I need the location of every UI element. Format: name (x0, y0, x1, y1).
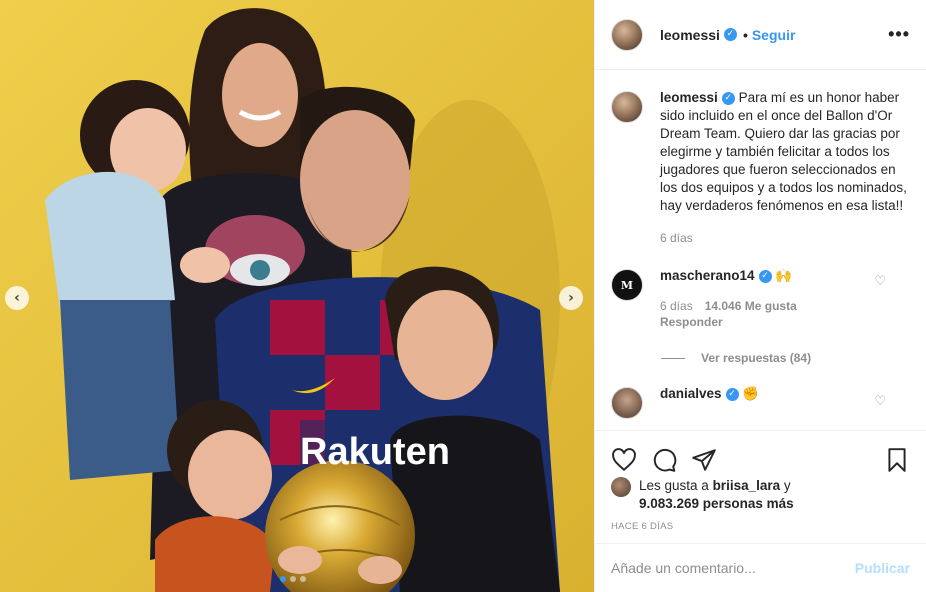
post-caption: leomessi ✓ Para mí es un honor haber sido… (611, 89, 910, 245)
liker-avatar[interactable] (611, 477, 631, 497)
next-photo-button[interactable]: › (559, 286, 583, 310)
commenter-username[interactable]: mascherano14 (660, 268, 755, 283)
post-side-panel: leomessi ✓ • Seguir ••• leomessi ✓ Para m… (594, 0, 926, 592)
view-replies-button[interactable]: Ver respuestas (84) (661, 351, 910, 365)
like-heart-icon[interactable] (611, 447, 637, 473)
view-replies-label: Ver respuestas (84) (701, 351, 812, 365)
likes-prefix: Les gusta a (639, 478, 713, 493)
caption-age[interactable]: 6 días (660, 231, 693, 245)
likes-summary: Les gusta a briisa_lara y 9.083.269 pers… (595, 477, 926, 513)
post-header: leomessi ✓ • Seguir ••• (595, 0, 926, 70)
shirt-sponsor-text: Rakuten (300, 431, 450, 473)
add-comment-bar: Publicar (595, 543, 926, 592)
separator-dot: • (742, 26, 748, 43)
chevron-left-icon: ‹ (14, 290, 20, 306)
carousel-dot (290, 576, 296, 582)
post-photo[interactable]: Rakuten ‹ › (0, 0, 594, 592)
carousel-dot (300, 576, 306, 582)
follow-button[interactable]: Seguir (752, 27, 796, 43)
commenter-username[interactable]: danialves (660, 386, 722, 401)
caption-text: Para mí es un honor haber sido incluido … (660, 90, 907, 213)
author-avatar[interactable] (611, 18, 643, 51)
previous-photo-button[interactable]: ‹ (5, 286, 29, 310)
comment-input[interactable] (611, 560, 855, 576)
comment-item: danialves ✓ ✊ ♡ (611, 385, 910, 419)
liker-username[interactable]: briisa_lara (713, 478, 781, 493)
publish-comment-button[interactable]: Publicar (855, 560, 910, 576)
verified-badge-icon: ✓ (723, 28, 737, 41)
comment-like-count[interactable]: 14.046 Me gusta (705, 299, 797, 313)
carousel-dot (280, 576, 286, 582)
action-bar (595, 431, 926, 479)
author-username[interactable]: leomessi (660, 27, 720, 43)
verified-badge-icon: ✓ (725, 387, 739, 401)
comment-text: ✊ (742, 386, 760, 401)
share-paper-plane-icon[interactable] (691, 447, 717, 473)
author-avatar[interactable] (611, 91, 643, 123)
commenter-avatar[interactable] (611, 387, 643, 419)
caption-username[interactable]: leomessi (660, 90, 718, 105)
more-options-icon[interactable]: ••• (888, 24, 910, 45)
family-photo-illustration: Rakuten (0, 0, 594, 592)
commenter-avatar[interactable]: M (611, 269, 643, 301)
like-comment-heart-icon[interactable]: ♡ (874, 393, 886, 409)
comment-text: 🙌 (775, 268, 793, 283)
verified-badge-icon: ✓ (721, 91, 735, 105)
comments-section[interactable]: leomessi ✓ Para mí es un honor haber sido… (595, 71, 926, 429)
chevron-right-icon: › (568, 290, 574, 306)
comment-item: M mascherano14 ✓ 🙌 6 días 14.046 Me gusta… (611, 267, 910, 329)
reply-button[interactable]: Responder (660, 315, 910, 329)
instagram-post: Rakuten ‹ › leomessi ✓ • Seguir ••• leom… (0, 0, 926, 592)
comment-bubble-icon[interactable] (651, 447, 677, 473)
likes-conjunction: y (780, 478, 791, 493)
post-timestamp[interactable]: HACE 6 DÍAS (595, 521, 926, 532)
verified-badge-icon: ✓ (758, 269, 772, 283)
save-bookmark-icon[interactable] (884, 447, 910, 473)
post-actions-area: Les gusta a briisa_lara y 9.083.269 pers… (595, 430, 926, 532)
like-comment-heart-icon[interactable]: ♡ (874, 273, 886, 289)
comment-age[interactable]: 6 días (660, 299, 693, 313)
replies-line (661, 357, 685, 359)
likes-count[interactable]: 9.083.269 personas más (639, 496, 794, 511)
carousel-indicator (280, 576, 306, 582)
